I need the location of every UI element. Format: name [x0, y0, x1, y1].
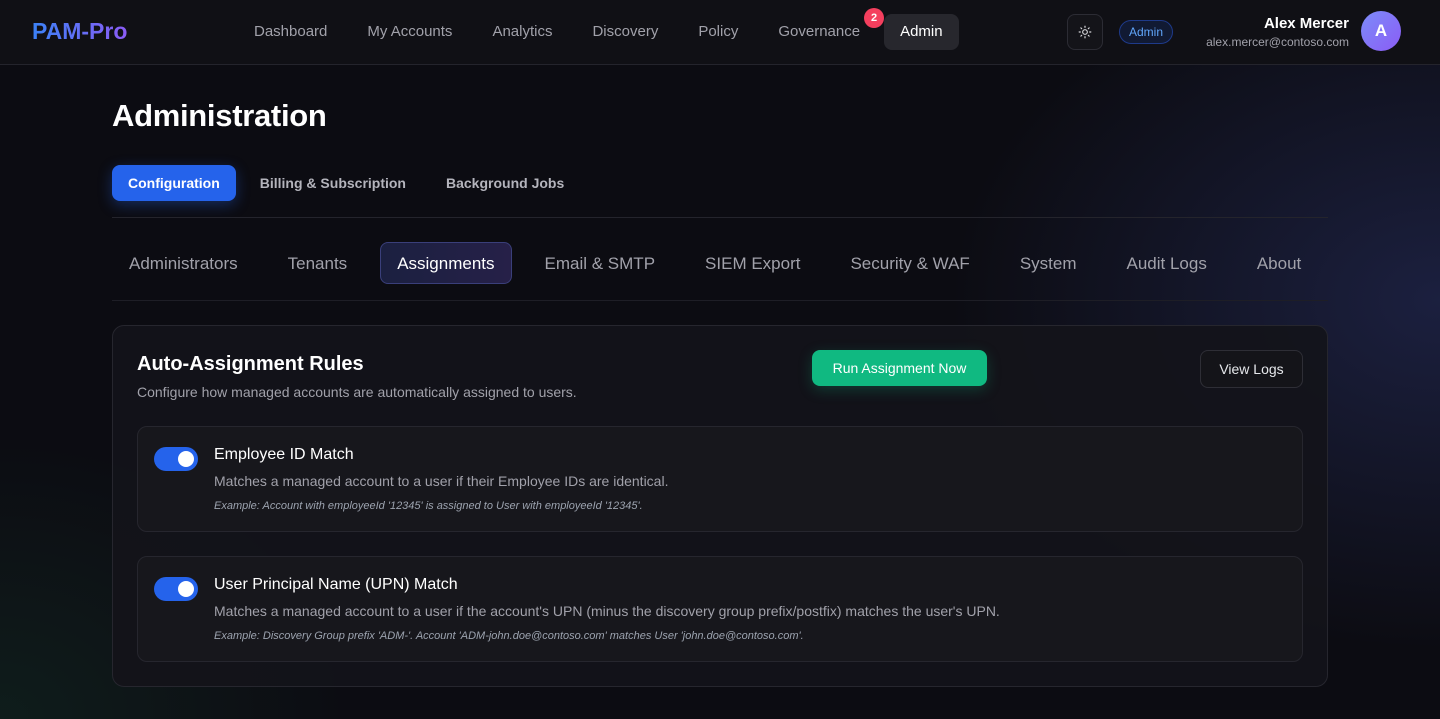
subtab-system[interactable]: System — [1003, 242, 1094, 284]
card-description: Configure how managed accounts are autom… — [137, 384, 577, 400]
rule-upn-match: User Principal Name (UPN) Match Matches … — [137, 556, 1303, 662]
app-logo[interactable]: PAM-Pro — [32, 18, 127, 45]
subtab-email-smtp[interactable]: Email & SMTP — [528, 242, 673, 284]
nav-item-governance[interactable]: Governance 2 — [758, 8, 885, 50]
rule-enabled-toggle[interactable] — [154, 447, 198, 471]
rule-enabled-toggle[interactable] — [154, 577, 198, 601]
tab-billing-subscription[interactable]: Billing & Subscription — [244, 165, 422, 201]
nav-item-my-accounts[interactable]: My Accounts — [347, 14, 472, 50]
rule-title: Employee ID Match — [214, 446, 354, 463]
rule-example: Example: Account with employeeId '12345'… — [214, 500, 643, 512]
subtab-siem-export[interactable]: SIEM Export — [688, 242, 817, 284]
nav-item-policy[interactable]: Policy — [678, 14, 758, 50]
nav-item-discovery[interactable]: Discovery — [572, 14, 678, 50]
nav-item-analytics[interactable]: Analytics — [472, 14, 572, 50]
notification-count-badge: 2 — [864, 8, 885, 28]
user-name: Alex Mercer — [1263, 15, 1349, 32]
rule-employee-id-match: Employee ID Match Matches a managed acco… — [137, 426, 1303, 532]
run-assignment-now-button[interactable]: Run Assignment Now — [812, 350, 987, 386]
tab-configuration[interactable]: Configuration — [112, 165, 236, 201]
divider — [112, 300, 1328, 301]
sun-icon — [1078, 25, 1092, 39]
subtab-security-waf[interactable]: Security & WAF — [833, 242, 986, 284]
user-email: alex.mercer@contoso.com — [1206, 35, 1349, 49]
role-badge: Admin — [1119, 20, 1174, 44]
nav-item-dashboard[interactable]: Dashboard — [234, 14, 347, 50]
rule-example: Example: Discovery Group prefix 'ADM-'. … — [214, 630, 804, 642]
subtab-administrators[interactable]: Administrators — [112, 242, 255, 284]
rule-title: User Principal Name (UPN) Match — [214, 576, 458, 593]
rule-description: Matches a managed account to a user if t… — [214, 603, 1000, 619]
primary-tabs: Configuration Billing & Subscription Bac… — [112, 165, 580, 201]
rule-description: Matches a managed account to a user if t… — [214, 473, 669, 489]
subtab-audit-logs[interactable]: Audit Logs — [1110, 242, 1224, 284]
secondary-tabs: Administrators Tenants Assignments Email… — [112, 242, 1334, 284]
nav-item-admin[interactable]: Admin — [884, 14, 959, 50]
subtab-tenants[interactable]: Tenants — [271, 242, 365, 284]
divider — [112, 217, 1328, 218]
top-navigation-bar: PAM-Pro Dashboard My Accounts Analytics … — [0, 0, 1440, 65]
main-nav: Dashboard My Accounts Analytics Discover… — [234, 8, 959, 50]
auto-assignment-rules-card: Auto-Assignment Rules Configure how mana… — [112, 325, 1328, 687]
page-title: Administration — [112, 98, 327, 133]
avatar[interactable]: A — [1361, 11, 1401, 51]
toggle-knob — [178, 451, 194, 467]
toggle-knob — [178, 581, 194, 597]
nav-item-governance-label: Governance — [778, 23, 861, 40]
theme-toggle-button[interactable] — [1067, 14, 1103, 50]
subtab-assignments[interactable]: Assignments — [380, 242, 512, 284]
card-title: Auto-Assignment Rules — [137, 353, 364, 375]
view-logs-button[interactable]: View Logs — [1200, 350, 1303, 388]
tab-background-jobs[interactable]: Background Jobs — [430, 165, 580, 201]
subtab-about[interactable]: About — [1240, 242, 1318, 284]
